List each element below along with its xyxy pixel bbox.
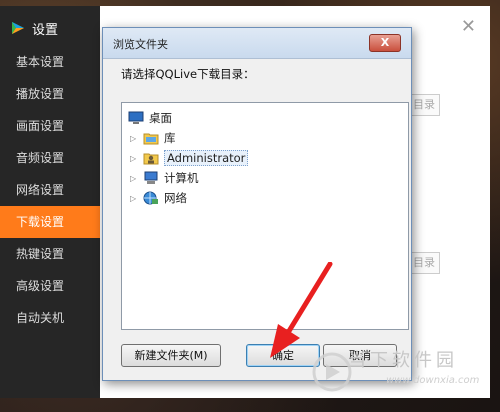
sidebar-item-network[interactable]: 网络设置: [0, 174, 100, 206]
sidebar-item-hotkey[interactable]: 热键设置: [0, 238, 100, 270]
expand-chevron-icon[interactable]: ▷: [130, 154, 140, 163]
tree-item-label: 计算机: [164, 171, 199, 185]
tree-item-desktop[interactable]: 桌面: [128, 109, 172, 127]
tree-item-label: 网络: [164, 191, 187, 205]
watermark-text: 当下软件园: [348, 350, 458, 371]
expand-chevron-icon[interactable]: ▷: [130, 194, 140, 203]
expand-chevron-icon[interactable]: ▷: [130, 134, 140, 143]
sidebar-item-advanced[interactable]: 高级设置: [0, 270, 100, 302]
settings-title: 设置: [10, 16, 58, 40]
tree-item-label: 桌面: [149, 111, 172, 125]
network-icon: [143, 191, 158, 205]
new-folder-button[interactable]: 新建文件夹(M): [121, 344, 221, 367]
sidebar-item-download[interactable]: 下载设置: [0, 206, 100, 238]
computer-icon: [144, 171, 158, 184]
tree-item-label: Administrator: [164, 150, 249, 166]
sidebar-item-basic[interactable]: 基本设置: [0, 46, 100, 78]
browse-directory-button[interactable]: 目录: [408, 94, 440, 116]
desktop-icon: [128, 111, 144, 124]
sidebar-item-playback[interactable]: 播放设置: [0, 78, 100, 110]
browse-folder-dialog: 浏览文件夹 X 请选择QQLive下载目录： 桌面 ▷ 库 ▷ Administ…: [102, 27, 412, 381]
settings-sidebar: 设置 基本设置 播放设置 画面设置 音频设置 网络设置 下载设置 热键设置 高级…: [0, 6, 100, 398]
dialog-titlebar: 浏览文件夹 X: [103, 28, 411, 59]
settings-title-text: 设置: [32, 22, 59, 38]
tree-item-computer[interactable]: ▷ 计算机: [130, 169, 199, 187]
settings-close-icon[interactable]: ✕: [461, 18, 476, 36]
tree-item-library[interactable]: ▷ 库: [130, 129, 176, 147]
sidebar-item-video[interactable]: 画面设置: [0, 110, 100, 142]
user-folder-icon: [143, 153, 159, 165]
tree-item-administrator[interactable]: ▷ Administrator: [130, 149, 249, 167]
tree-item-network[interactable]: ▷ 网络: [130, 189, 187, 207]
dialog-title: 浏览文件夹: [113, 38, 168, 51]
tencent-video-logo-icon: [12, 22, 24, 34]
sidebar-item-autoshutdown[interactable]: 自动关机: [0, 302, 100, 334]
watermark-url: www.downxia.com: [386, 375, 480, 386]
tree-item-label: 库: [164, 131, 176, 145]
dialog-close-button[interactable]: X: [369, 34, 401, 52]
sidebar-item-audio[interactable]: 音频设置: [0, 142, 100, 174]
library-icon: [143, 133, 159, 145]
dialog-prompt: 请选择QQLive下载目录：: [121, 67, 255, 81]
expand-chevron-icon[interactable]: ▷: [130, 174, 140, 183]
browse-directory-button-2[interactable]: 目录: [408, 252, 440, 274]
